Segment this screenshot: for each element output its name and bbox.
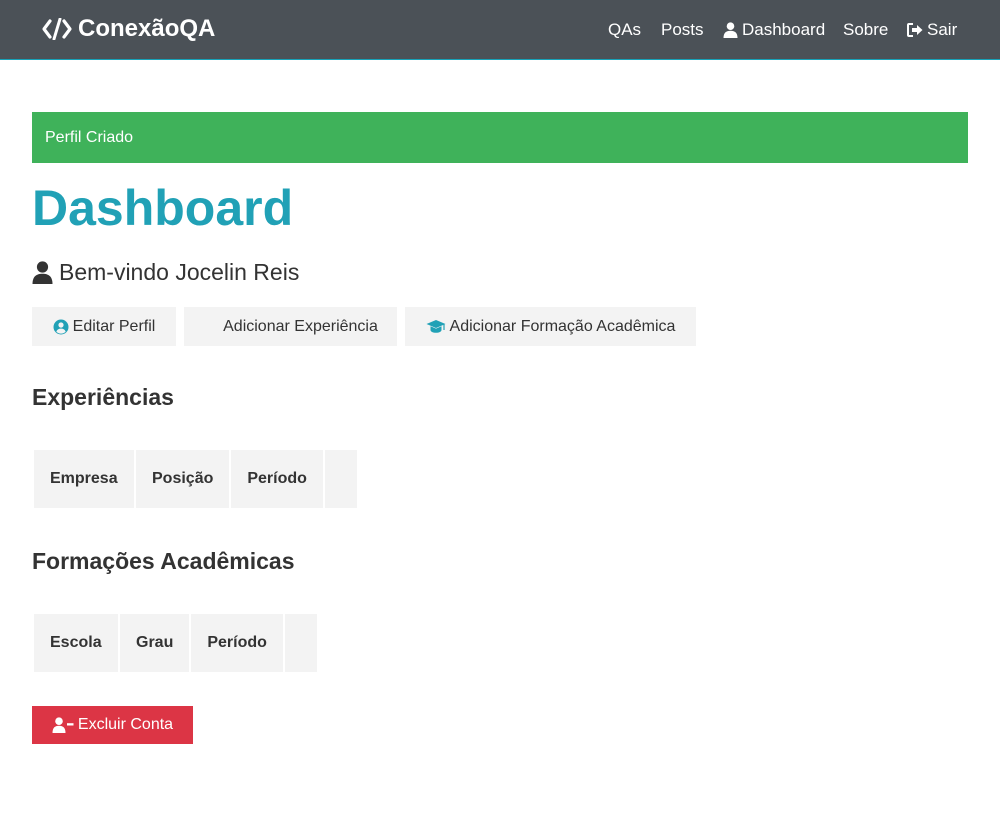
nav-link-dashboard[interactable]: Dashboard xyxy=(723,0,827,60)
nav-link-logout[interactable]: Sair xyxy=(907,0,967,60)
alert-message: Perfil Criado xyxy=(45,128,134,146)
column-header xyxy=(324,450,357,508)
nav-link-posts-label: Posts xyxy=(661,20,704,39)
nav-link-qas[interactable]: QAs xyxy=(608,0,648,60)
brand-link[interactable]: ConexãoQA xyxy=(42,14,215,44)
column-header: Período xyxy=(231,450,323,508)
nav-link-dashboard-label: Dashboard xyxy=(742,20,826,39)
navbar: ConexãoQA QAs Posts Dashboard Sobre Sair xyxy=(0,0,1000,60)
delete-account-label: Excluir Conta xyxy=(77,716,174,733)
edit-profile-label: Editar Perfil xyxy=(72,317,156,335)
user-icon xyxy=(723,22,738,38)
add-education-label: Adicionar Formação Acadêmica xyxy=(449,317,676,335)
user-icon xyxy=(32,260,53,284)
table-header-row: Empresa Posição Período xyxy=(34,450,357,508)
column-header xyxy=(285,614,318,672)
add-experience-button[interactable]: Adicionar Experiência xyxy=(184,307,397,346)
nav-link-about-label: Sobre xyxy=(843,20,889,39)
table-header-row: Escola Grau Período xyxy=(34,614,318,672)
nav-link-logout-label: Sair xyxy=(927,20,958,39)
column-header: Escola xyxy=(34,614,118,672)
delete-account-button[interactable]: Excluir Conta xyxy=(32,706,193,744)
add-education-button[interactable]: Adicionar Formação Acadêmica xyxy=(405,307,696,346)
brand-name: ConexãoQA xyxy=(78,15,216,42)
nav-link-posts[interactable]: Posts xyxy=(661,0,709,60)
experiences-table: Empresa Posição Período xyxy=(32,448,359,510)
graduation-cap-icon xyxy=(426,319,446,334)
sign-out-icon xyxy=(907,23,923,37)
page-title: Dashboard xyxy=(32,180,294,236)
success-alert: Perfil Criado xyxy=(32,112,968,163)
nav-link-about[interactable]: Sobre xyxy=(843,0,893,60)
experiences-title: Experiências xyxy=(32,384,174,410)
code-icon xyxy=(42,18,72,40)
column-header: Posição xyxy=(136,450,230,508)
education-title: Formações Acadêmicas xyxy=(32,548,295,574)
welcome-message: Bem-vindo Jocelin Reis xyxy=(32,256,299,288)
user-circle-icon xyxy=(53,319,69,335)
column-header: Período xyxy=(191,614,284,672)
user-minus-icon xyxy=(52,717,74,733)
column-header: Grau xyxy=(120,614,190,672)
welcome-text: Bem-vindo Jocelin Reis xyxy=(59,258,300,285)
column-header: Empresa xyxy=(34,450,134,508)
education-table: Escola Grau Período xyxy=(32,612,319,674)
nav-link-qas-label: QAs xyxy=(608,20,642,39)
edit-profile-button[interactable]: Editar Perfil xyxy=(32,307,176,346)
add-experience-label: Adicionar Experiência xyxy=(223,317,378,335)
